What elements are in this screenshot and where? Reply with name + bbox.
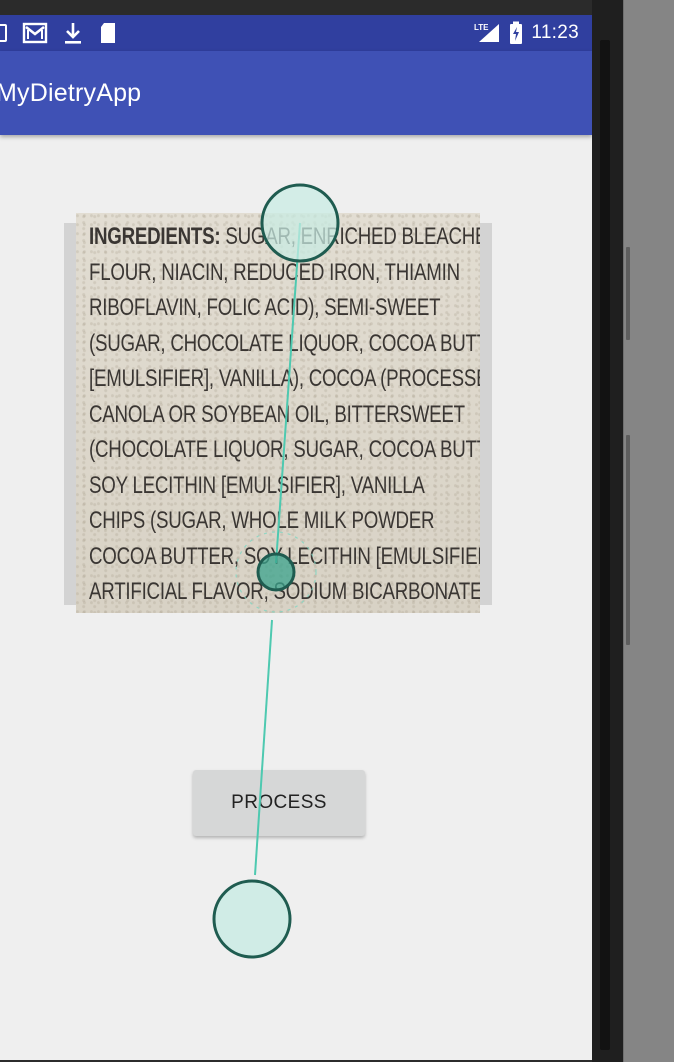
ingredient-line: FLOUR, NIACIN, REDUCED IRON, THIAMIN (89, 255, 479, 291)
ingredient-text: [EMULSIFIER], VANILLA), COCOA (PROCESSED (89, 365, 480, 392)
ingredient-text: FLOUR, NIACIN, REDUCED IRON, THIAMIN (89, 258, 460, 286)
ingredient-line: (SUGAR, CHOCOLATE LIQUOR, COCOA BUTTER (89, 326, 480, 362)
ingredient-text: (CHOCOLATE LIQUOR, SUGAR, COCOA BUTTER (89, 436, 480, 463)
app-title: MyDietryApp (0, 79, 142, 107)
battery-charging-icon (509, 21, 523, 45)
touch-trail-lower (254, 619, 273, 876)
ingredient-text: COCOA BUTTER, SOY LECITHIN [EMULSIFIER] (89, 542, 480, 570)
ingredient-text: ARTIFICIAL FLAVOR, SODIUM BICARBONATE (89, 578, 480, 605)
ingredient-line: CANOLA OR SOYBEAN OIL, BITTERSWEET (89, 397, 479, 433)
power-key (626, 435, 630, 645)
touch-point-bottom (212, 879, 292, 959)
download-icon (62, 21, 84, 45)
volume-key (626, 247, 630, 340)
ingredient-line: [EMULSIFIER], VANILLA), COCOA (PROCESSED (89, 361, 480, 397)
ingredient-line: ARTIFICIAL FLAVOR, SODIUM BICARBONATE (89, 574, 480, 610)
system-icons: LTE 11:23 (473, 15, 579, 51)
sd-card-icon (98, 21, 118, 45)
status-bar: LTE 11:23 (0, 15, 592, 51)
status-time: 11:23 (531, 22, 579, 43)
ingredient-text: SOY LECITHIN [EMULSIFIER], VANILLA (89, 471, 425, 499)
ingredient-text: SUGAR, ENRICHED BLEACHED WHEAT (225, 223, 480, 250)
ingredient-line: INGREDIENTS: SUGAR, ENRICHED BLEACHED WH… (89, 219, 480, 255)
image-icon (0, 23, 8, 43)
ingredient-text: RIBOFLAVIN, FOLIC ACID), SEMI-SWEET (89, 294, 441, 321)
ingredient-text: (SUGAR, CHOCOLATE LIQUOR, COCOA BUTTER (89, 329, 480, 357)
device-bezel-edge (600, 40, 610, 1050)
ingredient-text: CANOLA OR SOYBEAN OIL, BITTERSWEET (89, 400, 465, 428)
ingredient-heading: INGREDIENTS: (89, 223, 221, 250)
ingredient-text: CHIPS (SUGAR, WHOLE MILK POWDER (89, 507, 435, 534)
notification-icons (0, 15, 118, 51)
ingredients-text: INGREDIENTS: SUGAR, ENRICHED BLEACHED WH… (89, 219, 480, 610)
network-label: LTE (474, 23, 489, 32)
device-frame-side (623, 0, 674, 1062)
ingredient-line: CHIPS (SUGAR, WHOLE MILK POWDER (89, 503, 479, 539)
ingredient-line: COCOA BUTTER, SOY LECITHIN [EMULSIFIER] (89, 539, 480, 575)
process-button[interactable]: PROCESS (193, 770, 365, 836)
lte-signal-icon: LTE (473, 22, 501, 44)
gmail-icon (22, 22, 48, 44)
ingredient-line: (CHOCOLATE LIQUOR, SUGAR, COCOA BUTTER (89, 432, 480, 468)
device-frame-top (0, 0, 674, 15)
app-bar: MyDietryApp (0, 51, 592, 135)
ingredients-image[interactable]: INGREDIENTS: SUGAR, ENRICHED BLEACHED WH… (76, 213, 480, 613)
ingredient-line: RIBOFLAVIN, FOLIC ACID), SEMI-SWEET (89, 290, 479, 326)
ingredient-line: SOY LECITHIN [EMULSIFIER], VANILLA (89, 468, 479, 504)
phone-screen: LTE 11:23 MyDietryApp INGREDIENTS: SUGAR… (0, 15, 592, 1060)
